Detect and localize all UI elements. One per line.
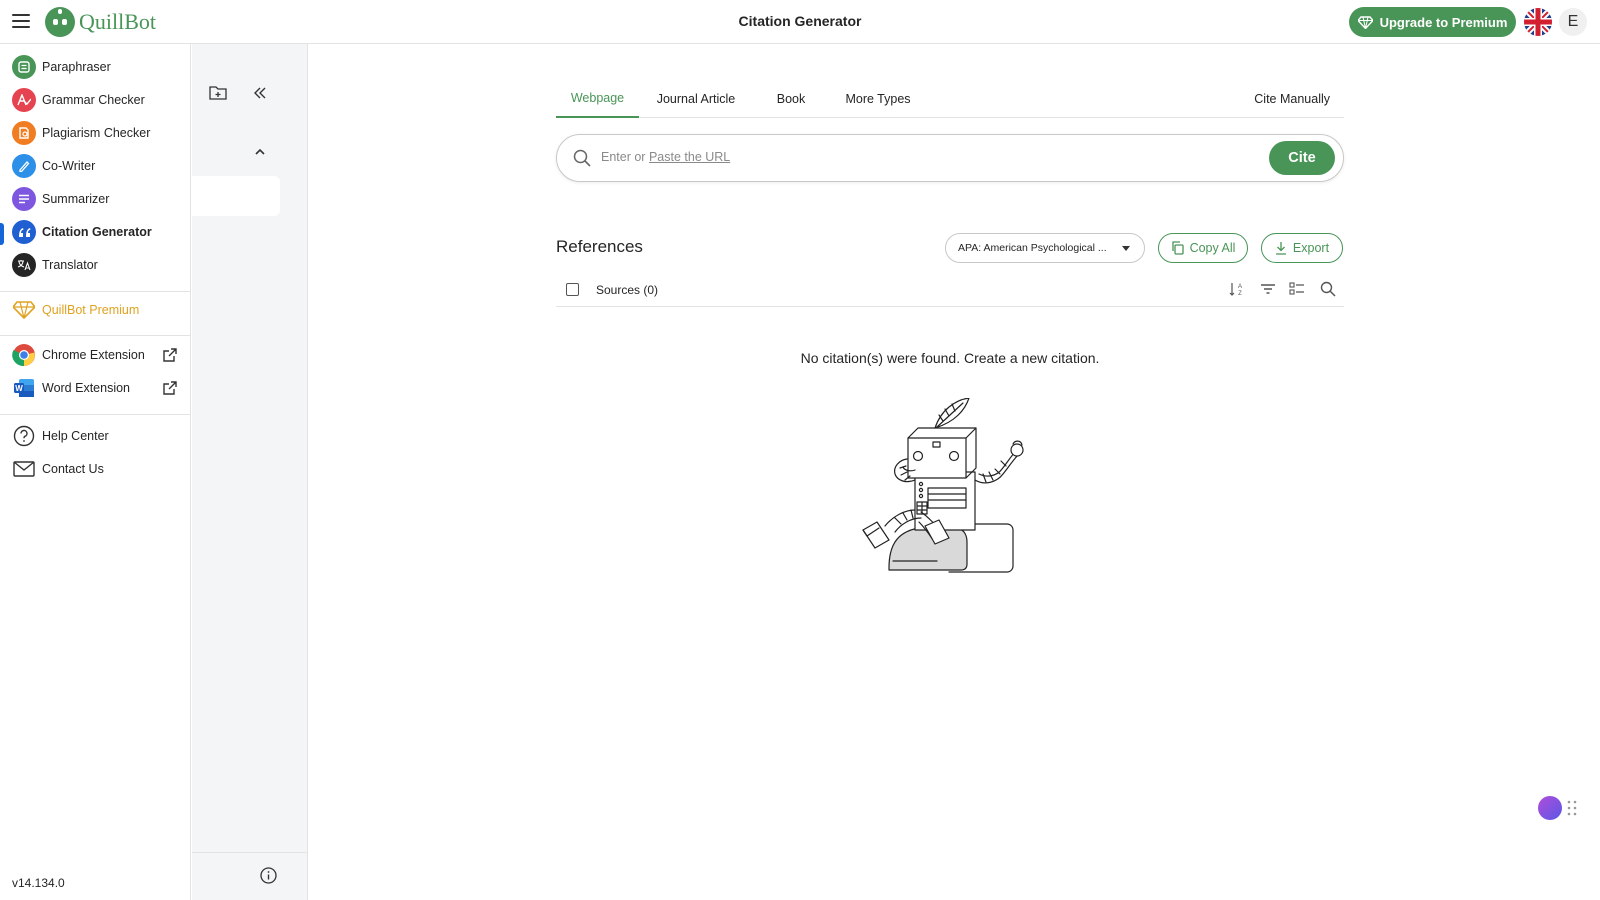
tab-more-types[interactable]: More Types: [833, 80, 923, 118]
export-button[interactable]: Export: [1261, 233, 1343, 263]
source-type-tabs: Webpage Journal Article Book More Types …: [556, 80, 1344, 118]
co-writer-icon: [12, 154, 36, 178]
sidebar-item-chrome-extension[interactable]: Chrome Extension: [0, 339, 190, 371]
sidebar-item-quillbot-premium[interactable]: QuillBot Premium: [0, 294, 190, 326]
sidebar-item-label: Summarizer: [42, 192, 110, 206]
plagiarism-checker-icon: [12, 121, 36, 145]
drag-handle-icon[interactable]: [1567, 800, 1577, 816]
chrome-icon: [12, 343, 36, 367]
sidebar-item-grammar-checker[interactable]: Grammar Checker: [0, 84, 190, 116]
robot-illustration: [862, 398, 1024, 573]
export-label: Export: [1292, 241, 1330, 255]
filter-icon[interactable]: [1259, 280, 1277, 298]
citation-style-select[interactable]: APA: American Psychological ...: [945, 233, 1145, 263]
url-input-placeholder: Enter or Paste the URL: [601, 150, 731, 164]
app-version: v14.134.0: [12, 876, 65, 890]
upgrade-to-premium-button[interactable]: Upgrade to Premium: [1349, 7, 1516, 37]
sidebar-item-label: Paraphraser: [42, 60, 111, 74]
citation-style-value: APA: American Psychological ...: [958, 242, 1107, 254]
sidebar-item-label: Co-Writer: [42, 159, 96, 173]
sidebar-item-label: Translator: [42, 258, 98, 272]
language-flag-icon[interactable]: [1524, 8, 1552, 36]
caret-down-icon: [1122, 246, 1130, 251]
word-icon: W: [12, 376, 36, 400]
copy-all-label: Copy All: [1189, 241, 1236, 255]
summarizer-icon: [12, 187, 36, 211]
svg-text:A: A: [1238, 284, 1242, 290]
sidebar-item-label: Grammar Checker: [42, 93, 145, 107]
tab-webpage[interactable]: Webpage: [556, 80, 639, 118]
help-icon: [12, 424, 36, 448]
sidebar-item-citation-generator[interactable]: Citation Generator: [0, 216, 190, 248]
tab-book[interactable]: Book: [761, 80, 821, 118]
external-link-icon: [163, 348, 177, 362]
svg-text:W: W: [15, 384, 23, 393]
translator-icon: [12, 253, 36, 277]
assistant-widget-icon[interactable]: [1538, 796, 1562, 820]
svg-text:Z: Z: [1238, 291, 1242, 297]
sidebar-item-word-extension[interactable]: W Word Extension: [0, 372, 190, 404]
info-icon[interactable]: [260, 867, 277, 884]
divider: [0, 335, 190, 336]
copy-icon: [1171, 241, 1184, 255]
divider: [0, 291, 190, 292]
sidebar-item-label: Citation Generator: [42, 225, 152, 239]
sidebar-item-contact-us[interactable]: Contact Us: [0, 453, 190, 485]
sort-icon[interactable]: AZ: [1228, 280, 1246, 298]
search-sources-icon[interactable]: [1319, 280, 1337, 298]
divider: [0, 414, 190, 415]
upgrade-label: Upgrade to Premium: [1379, 14, 1508, 30]
left-sidebar: Paraphraser Grammar Checker Plagiarism C…: [0, 44, 191, 900]
paste-url-link[interactable]: Paste the URL: [649, 150, 730, 164]
external-link-icon: [163, 381, 177, 395]
sidebar-item-label: QuillBot Premium: [42, 303, 140, 317]
select-all-checkbox[interactable]: [566, 283, 579, 296]
cite-manually-link[interactable]: Cite Manually: [1254, 80, 1330, 118]
grammar-checker-icon: [12, 88, 36, 112]
new-folder-icon[interactable]: [209, 85, 227, 101]
diamond-icon: [1357, 15, 1373, 29]
sources-count: Sources (0): [596, 283, 659, 297]
tab-journal-article[interactable]: Journal Article: [646, 80, 746, 118]
sidebar-item-label: Plagiarism Checker: [42, 126, 151, 140]
sidebar-item-label: Chrome Extension: [42, 348, 145, 362]
copy-all-button[interactable]: Copy All: [1158, 233, 1248, 263]
sources-toolbar: Sources (0) AZ: [556, 274, 1344, 307]
sidebar-item-label: Word Extension: [42, 381, 131, 395]
folder-item[interactable]: [192, 176, 280, 216]
sidebar-item-label: Contact Us: [42, 462, 104, 476]
sidebar-item-co-writer[interactable]: Co-Writer: [0, 150, 190, 182]
paraphraser-icon: [12, 55, 36, 79]
empty-state-message: No citation(s) were found. Create a new …: [800, 350, 1100, 366]
download-icon: [1275, 242, 1286, 255]
url-input[interactable]: Enter or Paste the URL Cite: [556, 134, 1344, 182]
user-avatar[interactable]: E: [1559, 8, 1587, 36]
list-view-icon[interactable]: [1288, 280, 1306, 298]
sidebar-item-label: Help Center: [42, 429, 109, 443]
collapse-panel-icon[interactable]: [253, 87, 267, 99]
references-heading: References: [556, 237, 643, 256]
mail-icon: [12, 457, 36, 481]
citation-generator-icon: [12, 220, 36, 244]
sidebar-item-plagiarism-checker[interactable]: Plagiarism Checker: [0, 117, 190, 149]
divider: [192, 852, 308, 853]
folder-panel: [192, 44, 308, 900]
sidebar-item-help-center[interactable]: Help Center: [0, 420, 190, 452]
sidebar-item-summarizer[interactable]: Summarizer: [0, 183, 190, 215]
top-bar: QuillBot Citation Generator Upgrade to P…: [0, 0, 1600, 44]
cite-button[interactable]: Cite: [1269, 141, 1335, 175]
sidebar-item-paraphraser[interactable]: Paraphraser: [0, 51, 190, 83]
chevron-up-icon[interactable]: [255, 148, 265, 155]
premium-diamond-icon: [12, 298, 36, 322]
search-icon: [573, 149, 591, 167]
sidebar-item-translator[interactable]: Translator: [0, 249, 190, 281]
